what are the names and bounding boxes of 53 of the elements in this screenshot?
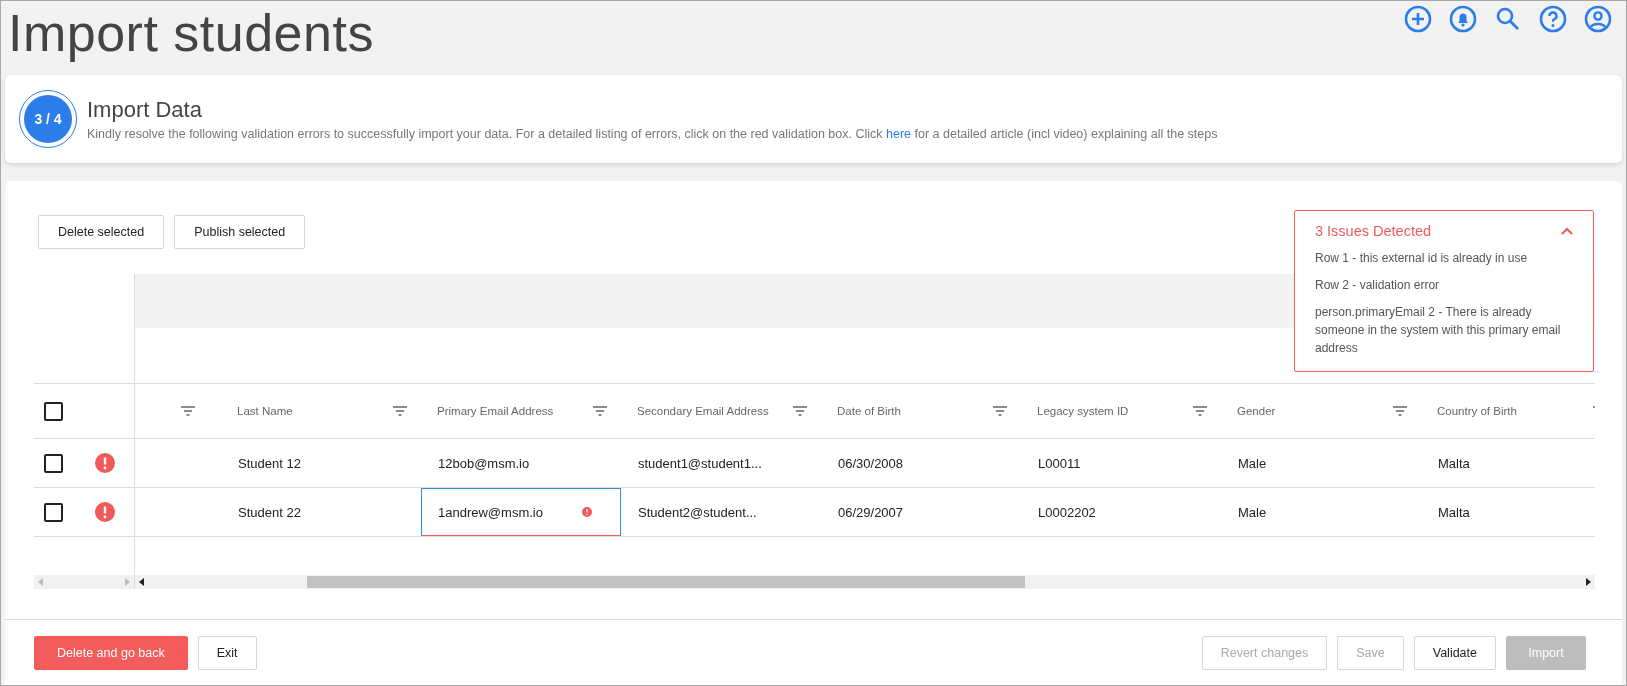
- table-cell[interactable]: 1andrew@msm.io: [421, 488, 621, 536]
- scrollbar[interactable]: [135, 575, 1595, 589]
- table-cell[interactable]: Malta: [1421, 439, 1595, 487]
- add-icon[interactable]: [1404, 5, 1432, 33]
- issues-title: 3 Issues Detected: [1315, 223, 1432, 239]
- scrollbar[interactable]: [34, 575, 134, 589]
- table-cell[interactable]: 12bob@msm.io: [421, 439, 621, 487]
- table-cell[interactable]: Male: [1221, 488, 1421, 536]
- issues-panel[interactable]: 3 Issues Detected Row 1 - this external id is already in use Row 2 - validation error person.primaryEmail 2 - There is already someone in the system with this primary email address: [1294, 210, 1594, 372]
- table-cell[interactable]: 06/30/2008: [821, 439, 1021, 487]
- column-header[interactable]: Country of Birth: [1437, 405, 1517, 417]
- toolbar-button[interactable]: Delete selected: [38, 215, 165, 249]
- issue-message: person.primaryEmail 2 - There is already someone in the system with this primary email address: [1315, 304, 1562, 357]
- table-cell[interactable]: student1@student1...: [621, 439, 821, 487]
- issue-message: Row 1 - this external id is already in use: [1315, 250, 1529, 267]
- help-icon[interactable]: [1539, 5, 1567, 33]
- filter-icon[interactable]: [993, 406, 1007, 416]
- column-header[interactable]: Last Name: [237, 405, 293, 417]
- footer-button[interactable]: Validate: [1413, 635, 1496, 670]
- row-checkbox[interactable]: [44, 502, 63, 522]
- page-title: Import students: [8, 3, 374, 63]
- warning-icon: [582, 507, 592, 517]
- filter-icon[interactable]: [1193, 406, 1207, 416]
- filter-icon[interactable]: [1393, 406, 1407, 416]
- footer-button[interactable]: Exit: [197, 635, 257, 670]
- table-cell[interactable]: Student2@student...: [621, 488, 821, 536]
- step-title: Import Data: [87, 97, 203, 123]
- column-header[interactable]: Secondary Email Address: [637, 405, 769, 417]
- column-header[interactable]: Gender: [1237, 405, 1276, 417]
- table-cell[interactable]: Malta: [1421, 488, 1595, 536]
- table-cell[interactable]: L00011: [1021, 439, 1221, 487]
- table-cell[interactable]: 06/29/2007: [821, 488, 1021, 536]
- filter-icon[interactable]: [593, 406, 607, 416]
- issue-message: Row 2 - validation error: [1315, 277, 1441, 294]
- table-cell[interactable]: L0002202: [1021, 488, 1221, 536]
- toolbar-button[interactable]: Publish selected: [174, 215, 306, 249]
- column-header[interactable]: Primary Email Address: [437, 405, 554, 417]
- filter-icon[interactable]: [393, 406, 407, 416]
- user-icon[interactable]: [1584, 5, 1612, 33]
- table-cell[interactable]: Student 12: [221, 439, 421, 487]
- help-link[interactable]: here: [886, 127, 911, 141]
- column-header[interactable]: Date of Birth: [837, 405, 901, 417]
- chevron-icon[interactable]: [1561, 227, 1573, 235]
- bell-icon[interactable]: [1449, 5, 1477, 33]
- filter-icon[interactable]: [181, 406, 195, 416]
- select-all-checkbox[interactable]: [44, 401, 63, 421]
- row-checkbox[interactable]: [44, 453, 63, 473]
- filter-icon[interactable]: [793, 406, 807, 416]
- column-header[interactable]: Legacy system ID: [1037, 405, 1129, 417]
- table-cell[interactable]: Student 22: [221, 488, 421, 536]
- table-cell[interactable]: Male: [1221, 439, 1421, 487]
- scrollbar-thumb[interactable]: [307, 576, 1025, 588]
- step-description: Kindly resolve the following validation errors to successfully import your data. For a detailed listing of errors, click on the red validation box. Click here for a detailed article (incl video) explaining all the steps: [87, 127, 1218, 141]
